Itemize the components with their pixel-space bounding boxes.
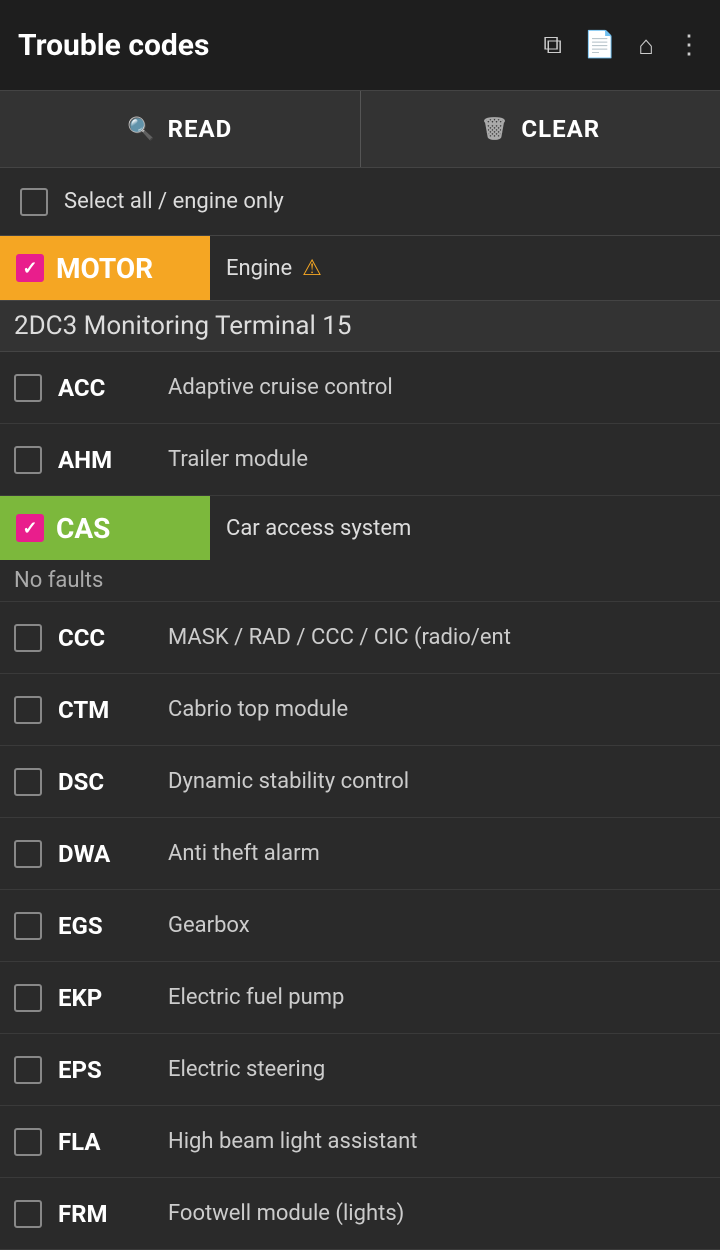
item-desc: Gearbox — [168, 913, 706, 938]
item-code: EPS — [58, 1056, 168, 1084]
acc-checkbox[interactable] — [14, 374, 42, 402]
item-desc: Trailer module — [168, 447, 706, 472]
section-title: 2DC3 Monitoring Terminal 15 — [14, 311, 351, 341]
file-icon[interactable]: 📄 — [584, 30, 616, 60]
ctm-checkbox[interactable] — [14, 696, 42, 724]
toolbar: 🔍 READ 🗑 CLEAR — [0, 90, 720, 168]
item-code: CCC — [58, 624, 168, 652]
more-vert-icon[interactable]: ⋮ — [676, 30, 702, 60]
item-code: FRM — [58, 1200, 168, 1228]
cas-description: Car access system — [210, 516, 411, 541]
cas-tag-name: CAS — [56, 512, 110, 545]
ccc-checkbox[interactable] — [14, 624, 42, 652]
ekp-checkbox[interactable] — [14, 984, 42, 1012]
item-desc: Footwell module (lights) — [168, 1201, 706, 1226]
home-icon[interactable]: ⌂ — [638, 30, 654, 61]
item-desc: MASK / RAD / CCC / CIC (radio/ent — [168, 625, 706, 650]
clear-button[interactable]: 🗑 CLEAR — [361, 91, 720, 167]
warning-icon: ⚠ — [302, 256, 322, 281]
list-item[interactable]: FRM Footwell module (lights) — [0, 1178, 720, 1250]
item-code: AHM — [58, 446, 168, 474]
cas-module-header[interactable]: CAS Car access system — [0, 496, 720, 560]
item-code: ACC — [58, 374, 168, 402]
item-desc: Dynamic stability control — [168, 769, 706, 794]
item-desc: Electric fuel pump — [168, 985, 706, 1010]
trash-icon: 🗑 — [480, 117, 509, 142]
page-title: Trouble codes — [18, 28, 543, 63]
list-item[interactable]: EPS Electric steering — [0, 1034, 720, 1106]
section-header: 2DC3 Monitoring Terminal 15 — [0, 300, 720, 352]
list-item[interactable]: DSC Dynamic stability control — [0, 746, 720, 818]
item-code: EKP — [58, 984, 168, 1012]
list-item[interactable]: AHM Trailer module — [0, 424, 720, 496]
list-item[interactable]: DWA Anti theft alarm — [0, 818, 720, 890]
copy-icon[interactable]: ⧉ — [543, 30, 562, 61]
item-desc: Cabrio top module — [168, 697, 706, 722]
item-desc: Adaptive cruise control — [168, 375, 706, 400]
list-item[interactable]: FLA High beam light assistant — [0, 1106, 720, 1178]
list-item[interactable]: CTM Cabrio top module — [0, 674, 720, 746]
fla-checkbox[interactable] — [14, 1128, 42, 1156]
app-header: Trouble codes ⧉ 📄 ⌂ ⋮ — [0, 0, 720, 90]
list-item[interactable]: EKP Electric fuel pump — [0, 962, 720, 1034]
list-item[interactable]: EGS Gearbox — [0, 890, 720, 962]
cas-tag[interactable]: CAS — [0, 496, 210, 560]
dwa-checkbox[interactable] — [14, 840, 42, 868]
clear-label: CLEAR — [521, 115, 600, 143]
list-item[interactable]: ACC Adaptive cruise control — [0, 352, 720, 424]
motor-description: Engine ⚠ — [210, 256, 322, 281]
item-desc: High beam light assistant — [168, 1129, 706, 1154]
header-icon-group: ⧉ 📄 ⌂ ⋮ — [543, 30, 702, 61]
cas-desc-text: Car access system — [226, 516, 411, 541]
select-all-checkbox[interactable] — [20, 188, 48, 216]
cas-checkbox[interactable] — [16, 514, 44, 542]
search-icon: 🔍 — [127, 117, 155, 142]
list-item[interactable]: CCC MASK / RAD / CCC / CIC (radio/ent — [0, 602, 720, 674]
egs-checkbox[interactable] — [14, 912, 42, 940]
read-button[interactable]: 🔍 READ — [0, 91, 361, 167]
select-all-label: Select all / engine only — [64, 189, 284, 214]
eps-checkbox[interactable] — [14, 1056, 42, 1084]
cas-status-row: No faults — [0, 560, 720, 602]
dsc-checkbox[interactable] — [14, 768, 42, 796]
motor-tag-name: MOTOR — [56, 252, 153, 285]
motor-checkbox[interactable] — [16, 254, 44, 282]
item-code: EGS — [58, 912, 168, 940]
item-code: FLA — [58, 1128, 168, 1156]
cas-status-text: No faults — [14, 568, 103, 593]
item-code: CTM — [58, 696, 168, 724]
item-code: DSC — [58, 768, 168, 796]
frm-checkbox[interactable] — [14, 1200, 42, 1228]
select-all-row[interactable]: Select all / engine only — [0, 168, 720, 236]
read-label: READ — [168, 115, 233, 143]
items-list: ACC Adaptive cruise control AHM Trailer … — [0, 352, 720, 1250]
item-desc: Anti theft alarm — [168, 841, 706, 866]
motor-tag[interactable]: MOTOR — [0, 236, 210, 300]
motor-module-header[interactable]: MOTOR Engine ⚠ — [0, 236, 720, 300]
item-desc: Electric steering — [168, 1057, 706, 1082]
ahm-checkbox[interactable] — [14, 446, 42, 474]
motor-desc-text: Engine — [226, 256, 292, 281]
item-code: DWA — [58, 840, 168, 868]
